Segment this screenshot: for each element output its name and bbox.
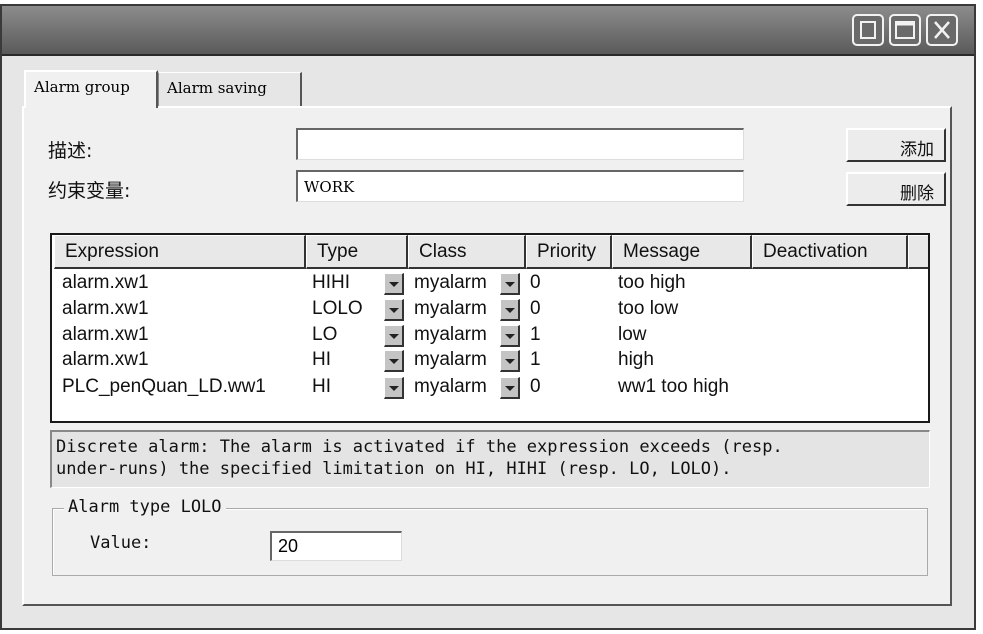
cell-priority[interactable]: 1 [530,323,541,349]
cell-type: LOLO [312,298,363,319]
class-dropdown-button[interactable] [500,350,520,372]
class-dropdown-button[interactable] [500,273,520,295]
type-dropdown-button[interactable] [384,299,404,321]
value-label: Value: [90,533,152,553]
alarm-table: Expression Type Class Priority Message D… [50,233,930,423]
constraint-variable-input[interactable] [296,170,744,202]
tab-alarm-saving[interactable]: Alarm saving [158,72,302,106]
cell-type: HI [312,376,331,397]
constraint-variable-label: 约束变量: [48,180,131,202]
description-input[interactable] [296,128,744,160]
cell-message[interactable]: low [618,323,647,349]
column-header-deactivation[interactable]: Deactivation [752,235,908,269]
title-bar[interactable] [2,6,974,56]
class-dropdown-button[interactable] [500,325,520,347]
column-header-class[interactable]: Class [408,235,526,269]
cell-class: myalarm [414,349,487,370]
close-icon [934,21,950,39]
class-dropdown-button[interactable] [500,377,520,399]
alarm-description-line-2: under-runs) the specified limitation on … [56,459,732,479]
cell-message[interactable]: too high [618,271,686,297]
cell-message[interactable]: high [618,348,654,374]
cell-type: LO [312,324,338,345]
minimize-button[interactable] [852,14,884,46]
description-label: 描述: [48,140,93,162]
type-dropdown-button[interactable] [384,325,404,347]
cell-priority[interactable]: 0 [530,297,541,323]
type-dropdown-button[interactable] [384,377,404,399]
maximize-button[interactable] [889,14,921,46]
cell-priority[interactable]: 0 [530,375,541,401]
value-input[interactable] [270,531,402,561]
column-header-message[interactable]: Message [612,235,752,269]
alarm-description-line-1: Discrete alarm: The alarm is activated i… [56,437,783,457]
tab-alarm-group[interactable]: Alarm group [24,70,158,108]
cell-class: myalarm [414,324,487,345]
cell-class: myalarm [414,298,487,319]
type-dropdown-button[interactable] [384,350,404,372]
cell-message[interactable]: too low [618,297,678,323]
cell-type: HI [312,349,331,370]
cell-expression: alarm.xw1 [62,298,149,319]
column-header-type[interactable]: Type [306,235,408,269]
maximize-icon [895,21,915,39]
cell-message[interactable]: ww1 too high [618,375,729,401]
cell-expression: PLC_penQuan_LD.ww1 [62,376,266,397]
alarm-type-title: Alarm type LOLO [64,497,226,517]
delete-button[interactable]: 删除 [846,172,946,206]
column-header-priority[interactable]: Priority [526,235,612,269]
cell-type: HIHI [312,272,350,293]
cell-expression: alarm.xw1 [62,324,149,345]
tab-alarm-group-label: Alarm group [34,78,130,96]
cell-expression: alarm.xw1 [62,272,149,293]
close-button[interactable] [926,14,958,46]
type-dropdown-button[interactable] [384,273,404,295]
alarm-type-groupbox [52,508,928,576]
cell-priority[interactable]: 0 [530,271,541,297]
cell-priority[interactable]: 1 [530,348,541,374]
class-dropdown-button[interactable] [500,299,520,321]
column-header-expression[interactable]: Expression [54,235,306,269]
cell-class: myalarm [414,272,487,293]
cell-expression: alarm.xw1 [62,349,149,370]
alarm-description-text: Discrete alarm: The alarm is activated i… [50,430,930,488]
add-button[interactable]: 添加 [846,128,946,162]
minimize-icon [860,21,876,39]
column-header-filler [908,235,928,269]
tab-alarm-saving-label: Alarm saving [167,79,267,97]
cell-class: myalarm [414,376,487,397]
